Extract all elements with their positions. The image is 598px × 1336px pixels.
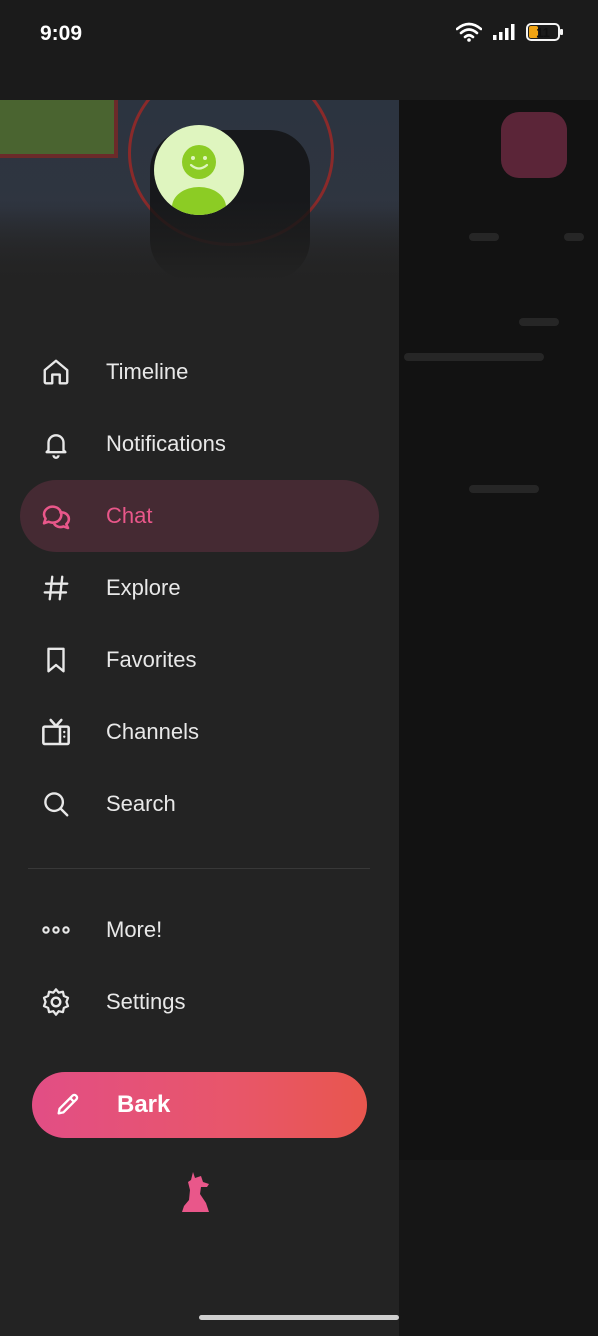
- drawer-divider: [28, 868, 370, 869]
- drawer-secondary-menu: More! Settings: [0, 894, 399, 1038]
- battery-indicator: 11: [526, 23, 563, 41]
- dog-logo-icon: [179, 1170, 215, 1214]
- drawer-header-banner: [0, 100, 399, 280]
- more-dots-icon: [40, 914, 72, 946]
- background-fab: [501, 112, 567, 178]
- pencil-icon: [54, 1090, 82, 1118]
- battery-level: 11: [536, 24, 550, 40]
- menu-item-label: Favorites: [106, 647, 197, 672]
- gear-icon: [40, 986, 72, 1018]
- bark-button-label: Bark: [117, 1091, 171, 1118]
- search-icon: [40, 788, 72, 820]
- menu-item-label: Search: [106, 791, 176, 816]
- menu-item-favorites[interactable]: Favorites: [20, 624, 379, 696]
- background-bottom-bar: [399, 1160, 598, 1336]
- status-icons: 11: [456, 22, 563, 42]
- menu-item-chat[interactable]: Chat: [20, 480, 379, 552]
- menu-item-label: Settings: [106, 989, 186, 1014]
- tv-icon: [40, 716, 72, 748]
- menu-item-notifications[interactable]: Notifications: [20, 408, 379, 480]
- status-time: 9:09: [40, 22, 83, 45]
- menu-item-label: Timeline: [106, 359, 189, 384]
- bookmark-icon: [40, 644, 72, 676]
- home-icon: [40, 356, 72, 388]
- bark-button[interactable]: Bark: [32, 1072, 367, 1138]
- menu-item-label: Channels: [106, 719, 199, 744]
- menu-item-label: Explore: [106, 575, 181, 600]
- menu-item-explore[interactable]: Explore: [20, 552, 379, 624]
- signal-icon: [493, 24, 515, 40]
- menu-item-label: Chat: [106, 503, 153, 528]
- menu-item-more[interactable]: More!: [20, 894, 379, 966]
- background-app-scrim[interactable]: [399, 100, 598, 1336]
- avatar[interactable]: [154, 125, 244, 215]
- status-bar: 9:09 11: [0, 0, 598, 100]
- hashtag-icon: [40, 572, 72, 604]
- menu-item-label: More!: [106, 917, 163, 942]
- navigation-drawer: Timeline Notifications Chat Explore Favo…: [0, 100, 399, 1336]
- menu-item-settings[interactable]: Settings: [20, 966, 379, 1038]
- bell-icon: [40, 428, 72, 460]
- wifi-icon: [456, 22, 482, 42]
- chat-bubbles-icon: [40, 500, 72, 532]
- menu-item-label: Notifications: [106, 431, 226, 456]
- menu-item-channels[interactable]: Channels: [20, 696, 379, 768]
- home-indicator[interactable]: [199, 1315, 399, 1320]
- menu-item-timeline[interactable]: Timeline: [20, 336, 379, 408]
- drawer-menu: Timeline Notifications Chat Explore Favo…: [0, 336, 399, 840]
- menu-item-search[interactable]: Search: [20, 768, 379, 840]
- avatar-smiley-icon: [172, 145, 226, 215]
